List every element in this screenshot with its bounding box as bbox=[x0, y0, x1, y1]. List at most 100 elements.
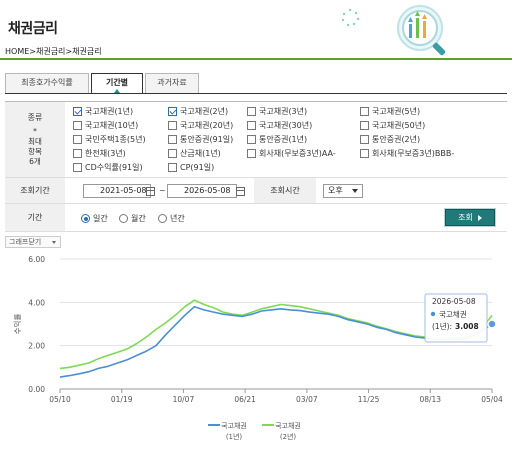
x-tick-label: 06/21 bbox=[234, 395, 256, 404]
checkbox-item[interactable]: 국고채권(20년) bbox=[168, 120, 233, 131]
checkbox-empty-icon bbox=[247, 121, 256, 130]
type-label: 종류 bbox=[27, 113, 43, 122]
checkbox-empty-icon bbox=[360, 149, 369, 158]
checkbox-empty-icon bbox=[168, 121, 177, 130]
calendar-icon[interactable] bbox=[236, 187, 245, 196]
checkbox-empty-icon bbox=[247, 107, 256, 116]
checkbox-label: 국고채권(50년) bbox=[372, 121, 426, 130]
checkbox-label: 국고채권(5년) bbox=[372, 107, 421, 116]
x-tick-label: 05/10 bbox=[49, 395, 71, 404]
search-button[interactable]: 조회 bbox=[445, 209, 495, 226]
max-items-note: * 최대 항목 6개 bbox=[28, 127, 42, 166]
checkbox-label: 한전채(3년) bbox=[85, 149, 126, 158]
checkbox-label: 국고채권(30년) bbox=[259, 121, 313, 130]
legend-label: 국고채권 bbox=[221, 421, 247, 430]
period-label: 조회기간 bbox=[5, 178, 65, 204]
legend-label: (2년) bbox=[280, 432, 297, 441]
checkbox-item[interactable]: 국고채권(1년) bbox=[73, 106, 133, 117]
tab-past-data[interactable]: 과거자료 bbox=[145, 73, 199, 93]
checkbox-label: 통안증권(91일) bbox=[180, 135, 234, 144]
checkbox-item[interactable]: 국고채권(30년) bbox=[247, 120, 312, 131]
checkbox-item[interactable]: 통안증권(1년) bbox=[247, 134, 307, 145]
tab-final-quote-yield[interactable]: 최종호가수익률 bbox=[5, 73, 89, 93]
chevron-down-icon bbox=[352, 189, 358, 193]
checkbox-empty-icon bbox=[73, 163, 82, 172]
checkbox-empty-icon bbox=[360, 121, 369, 130]
tab-by-period[interactable]: 기간별 bbox=[91, 73, 143, 94]
date-range-separator: ~ bbox=[159, 186, 166, 195]
tooltip-series-name: (1년): bbox=[432, 321, 452, 331]
series-point bbox=[487, 319, 497, 329]
radio-empty-icon bbox=[158, 214, 167, 223]
y-tick-label: 0.00 bbox=[28, 385, 45, 394]
legend-label: 국고채권 bbox=[275, 421, 301, 430]
checkbox-item[interactable]: 국고채권(5년) bbox=[360, 106, 420, 117]
x-tick-label: 03/07 bbox=[296, 395, 318, 404]
chevron-right-icon bbox=[477, 214, 482, 221]
time-select[interactable]: 오후 bbox=[323, 184, 363, 198]
page-header: 채권금리 HOME>채권금리>채권금리 bbox=[0, 0, 512, 60]
calendar-icon[interactable] bbox=[146, 187, 155, 196]
interval-row: 일간 월간 년간 bbox=[65, 204, 507, 232]
checkbox-item[interactable]: 한전채(3년) bbox=[73, 148, 126, 159]
checkbox-item[interactable]: 국고채권(50년) bbox=[360, 120, 425, 131]
checkbox-label: 국민주택1종(5년) bbox=[85, 135, 146, 144]
checkbox-checked-icon bbox=[73, 107, 82, 116]
breadcrumb: HOME>채권금리>채권금리 bbox=[5, 47, 102, 56]
x-tick-label: 08/13 bbox=[419, 395, 441, 404]
checkbox-item[interactable]: 산금채(1년) bbox=[168, 148, 221, 159]
x-tick-label: 05/04 bbox=[481, 395, 503, 404]
checkbox-item[interactable]: 국고채권(10년) bbox=[73, 120, 138, 131]
radio-yearly[interactable]: 년간 bbox=[158, 213, 185, 224]
checkbox-label: 국고채권(2년) bbox=[180, 107, 229, 116]
checkbox-item[interactable]: 국고채권(3년) bbox=[247, 106, 307, 117]
checkbox-item[interactable]: 회사채(무보증3년)AA- bbox=[247, 148, 336, 159]
checkbox-empty-icon bbox=[360, 135, 369, 144]
checkbox-empty-icon bbox=[247, 149, 256, 158]
checkbox-checked-icon bbox=[168, 107, 177, 116]
checkbox-label: 산금채(1년) bbox=[180, 149, 221, 158]
checkbox-empty-icon bbox=[168, 163, 177, 172]
checkbox-label: 통안증권(1년) bbox=[259, 135, 308, 144]
legend-label: (1년) bbox=[226, 432, 243, 441]
checkbox-label: 국고채권(3년) bbox=[259, 107, 308, 116]
period-row: 2021-05-08 ~ 2026-05-08 조회시간 오후 bbox=[65, 178, 507, 204]
checkbox-item[interactable]: CD수익률(91일) bbox=[73, 162, 143, 173]
checkbox-empty-icon bbox=[247, 135, 256, 144]
end-date-input[interactable]: 2026-05-08 bbox=[167, 184, 237, 198]
checkbox-item[interactable]: 국고채권(2년) bbox=[168, 106, 228, 117]
magnifier-chart-illustration-icon bbox=[341, 5, 446, 56]
checkbox-item[interactable]: CP(91일) bbox=[168, 162, 214, 173]
checkbox-item[interactable]: 통안증권(91일) bbox=[168, 134, 233, 145]
x-tick-label: 11/25 bbox=[358, 395, 380, 404]
checkbox-item[interactable]: 통안증권(2년) bbox=[360, 134, 420, 145]
checkbox-item[interactable]: 회사채(무보증3년)BBB- bbox=[360, 148, 454, 159]
checkbox-label: 국고채권(10년) bbox=[85, 121, 139, 130]
y-tick-label: 4.00 bbox=[28, 298, 45, 307]
checkbox-label: 회사채(무보증3년)AA- bbox=[259, 149, 336, 158]
checkbox-empty-icon bbox=[73, 135, 82, 144]
type-label-cell: 종류 * 최대 항목 6개 bbox=[5, 102, 65, 178]
header-divider bbox=[0, 58, 512, 60]
tabs-divider bbox=[5, 93, 507, 94]
checkbox-label: 국고채권(1년) bbox=[85, 107, 134, 116]
checkbox-empty-icon bbox=[168, 149, 177, 158]
radio-selected-icon bbox=[81, 214, 90, 223]
checkbox-empty-icon bbox=[73, 121, 82, 130]
x-tick-label: 01/19 bbox=[111, 395, 133, 404]
radio-empty-icon bbox=[119, 214, 128, 223]
close-chart-button[interactable]: 그래프닫기 bbox=[5, 236, 61, 248]
chevron-down-icon bbox=[52, 241, 56, 244]
type-options: 국고채권(1년) 국고채권(2년) 국고채권(3년) 국고채권(5년) 국고채권(10년… bbox=[65, 102, 507, 178]
checkbox-empty-icon bbox=[360, 107, 369, 116]
start-date-input[interactable]: 2021-05-08 bbox=[83, 184, 151, 198]
radio-monthly[interactable]: 월간 bbox=[119, 213, 146, 224]
checkbox-empty-icon bbox=[168, 135, 177, 144]
page-title: 채권금리 bbox=[8, 21, 58, 37]
checkbox-item[interactable]: 국민주택1종(5년) bbox=[73, 134, 146, 145]
checkbox-label: CD수익률(91일) bbox=[85, 163, 143, 172]
tooltip-date: 2026-05-08 bbox=[432, 297, 476, 306]
radio-daily[interactable]: 일간 bbox=[81, 213, 108, 224]
checkbox-label: 회사채(무보증3년)BBB- bbox=[372, 149, 455, 158]
tooltip-value: 3.008 bbox=[455, 322, 479, 331]
